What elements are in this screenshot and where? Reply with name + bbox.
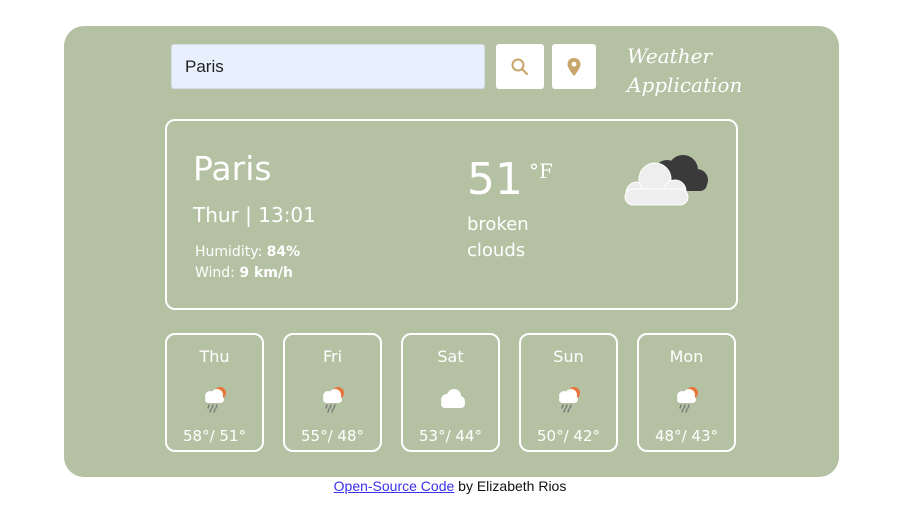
cloud-icon xyxy=(441,389,465,408)
forecast-day-card: Sat 53°/ 44° xyxy=(401,333,500,452)
temperature-unit: °F xyxy=(529,159,553,183)
forecast-day-name: Sat xyxy=(437,347,464,366)
broken-clouds-icon xyxy=(624,155,708,206)
current-location-button[interactable] xyxy=(552,44,596,89)
date-time: Thur | 13:01 xyxy=(193,203,316,227)
forecast-temps: 53°/ 44° xyxy=(419,427,482,445)
rain-sun-icon xyxy=(677,387,698,413)
current-weather-card: Paris Thur | 13:01 Humidity: 84% Wind: 9… xyxy=(165,119,738,310)
forecast-list: Thu 58°/ 51° Fri 55°/ 48° Sat 53°/ 44° S… xyxy=(165,333,736,452)
search-icon xyxy=(511,58,529,75)
humidity-value: 84% xyxy=(266,244,301,260)
forecast-day-name: Sun xyxy=(553,347,584,366)
footer: Open-Source Code by Elizabeth Rios xyxy=(0,478,900,494)
forecast-day-name: Fri xyxy=(322,347,343,366)
forecast-day-card: Mon 48°/ 43° xyxy=(637,333,736,452)
weather-description: broken clouds xyxy=(467,212,577,264)
forecast-temps: 48°/ 43° xyxy=(655,427,718,445)
city-search-input[interactable] xyxy=(171,44,485,89)
wind-row: Wind: 9 km/h xyxy=(195,263,300,284)
forecast-day-name: Mon xyxy=(669,347,704,366)
wind-label: Wind: xyxy=(195,265,235,281)
source-code-link[interactable]: Open-Source Code xyxy=(334,478,455,494)
forecast-temps: 55°/ 48° xyxy=(301,427,364,445)
app-title: Weather Application xyxy=(627,44,743,97)
wind-value: 9 km/h xyxy=(239,265,293,281)
temperature: 51 °F xyxy=(467,153,553,207)
weather-app: Weather Application Paris Thur | 13:01 H… xyxy=(64,26,839,477)
weather-description-line: broken xyxy=(467,214,529,235)
weather-details: Humidity: 84% Wind: 9 km/h xyxy=(195,242,300,284)
forecast-day-card: Thu 58°/ 51° xyxy=(165,333,264,452)
forecast-day-card: Fri 55°/ 48° xyxy=(283,333,382,452)
search-button[interactable] xyxy=(496,44,544,89)
footer-credit: by Elizabeth Rios xyxy=(454,478,567,494)
search-bar xyxy=(171,44,596,89)
weather-description-line: clouds xyxy=(467,240,526,261)
forecast-day-name: Thu xyxy=(199,347,230,366)
temperature-value: 51 xyxy=(467,154,523,205)
map-pin-icon xyxy=(567,57,581,76)
rain-sun-icon xyxy=(323,387,344,413)
humidity-label: Humidity: xyxy=(195,244,263,260)
city-name: Paris xyxy=(193,149,272,188)
forecast-day-card: Sun 50°/ 42° xyxy=(519,333,618,452)
forecast-temps: 58°/ 51° xyxy=(183,427,246,445)
rain-sun-icon xyxy=(205,387,226,413)
humidity-row: Humidity: 84% xyxy=(195,242,300,263)
rain-sun-icon xyxy=(559,387,580,413)
forecast-temps: 50°/ 42° xyxy=(537,427,600,445)
